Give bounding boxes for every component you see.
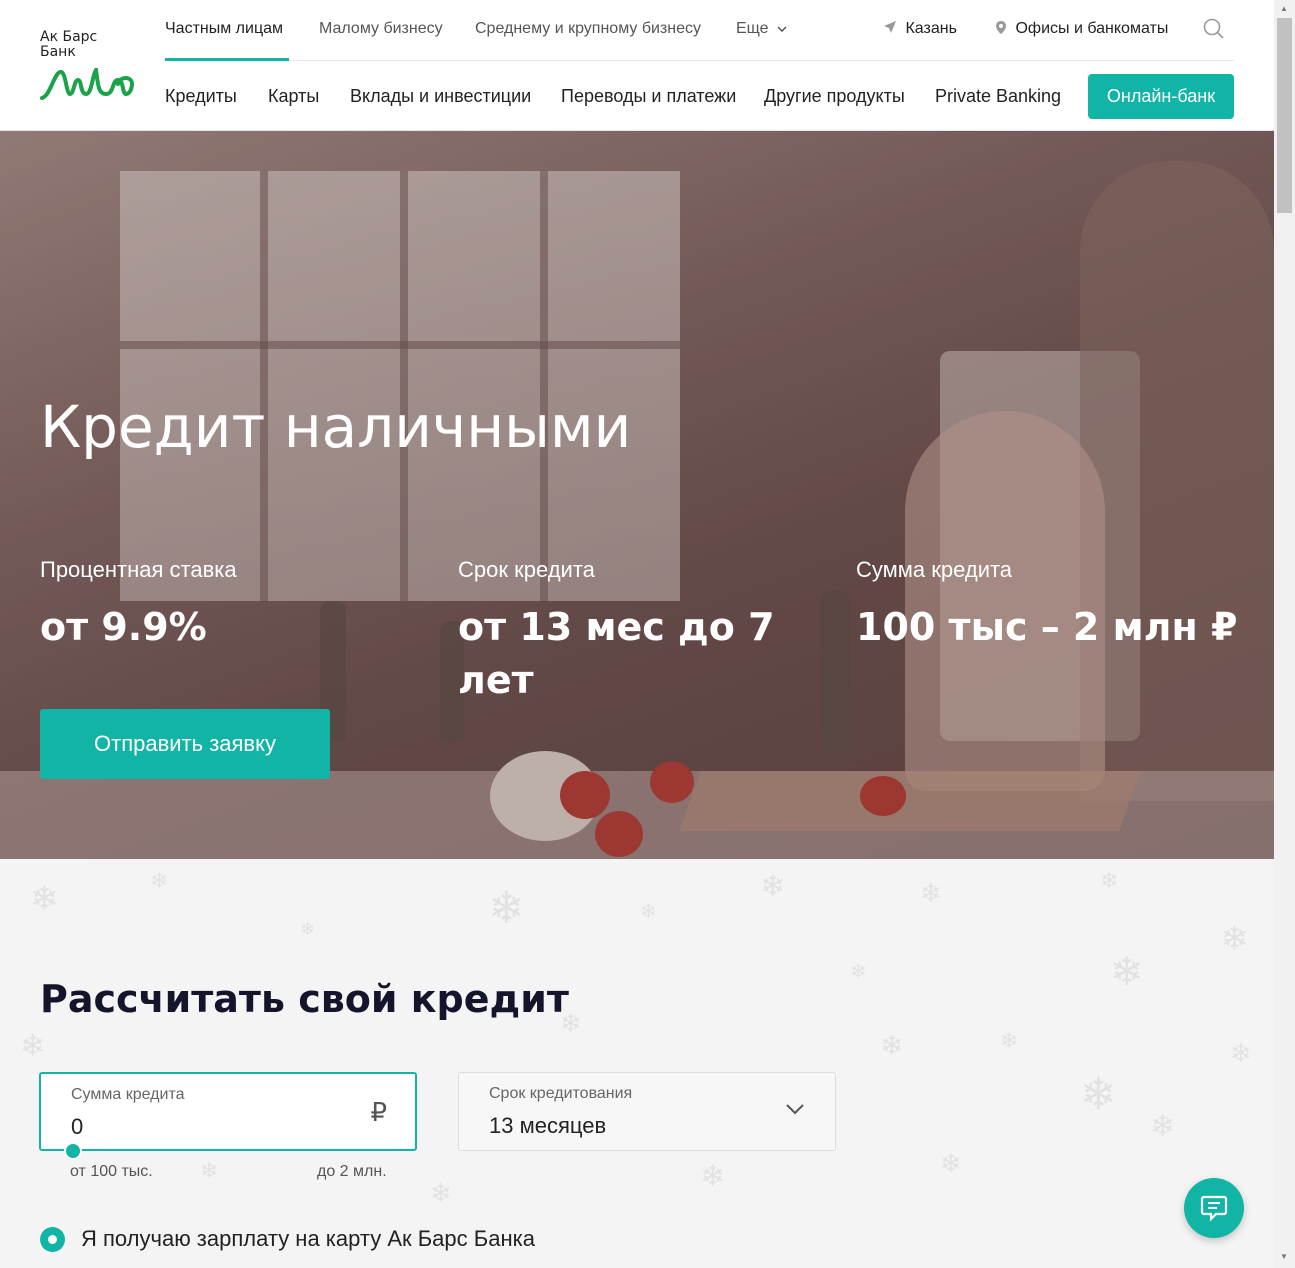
search-button[interactable] bbox=[1203, 18, 1225, 45]
snowflake-icon: ❄ bbox=[150, 869, 169, 894]
snowflake-icon: ❄ bbox=[1080, 1069, 1117, 1120]
top-nav-more-label: Еще bbox=[736, 20, 769, 37]
stat-amount-value: 100 тыс – 2 млн ₽ bbox=[856, 605, 1238, 649]
salary-radio-label[interactable]: Я получаю зарплату на карту Ак Барс Банк… bbox=[81, 1226, 535, 1252]
stat-amount: Сумма кредита 100 тыс – 2 млн ₽ bbox=[856, 557, 1256, 654]
top-nav-corporate[interactable]: Среднему и крупному бизнесу bbox=[475, 20, 701, 38]
snowflake-icon: ❄ bbox=[700, 1159, 726, 1194]
snowflake-icon: ❄ bbox=[30, 879, 59, 919]
scroll-down-arrow-icon[interactable]: ▼ bbox=[1280, 1252, 1288, 1261]
snowflake-icon: ❄ bbox=[920, 879, 942, 909]
snowflake-icon: ❄ bbox=[430, 1179, 452, 1209]
snowflake-icon: ❄ bbox=[1100, 869, 1119, 894]
nav-private-banking[interactable]: Private Banking bbox=[935, 86, 1061, 107]
scroll-up-arrow-icon[interactable]: ▲ bbox=[1280, 4, 1288, 13]
credit-calculator: ❄ ❄ ❄ ❄ ❄ ❄ ❄ ❄ ❄ ❄ ❄ ❄ ❄ ❄ ❄ ❄ ❄ ❄ ❄ ❄ … bbox=[0, 859, 1274, 1268]
snowflake-icon: ❄ bbox=[640, 899, 657, 923]
range-min-label: от 100 тыс. bbox=[70, 1163, 153, 1180]
nav-deposits[interactable]: Вклады и инвестиции bbox=[350, 86, 531, 107]
site-header: Ак Барс Банк Частным лицам Малому бизнес… bbox=[0, 0, 1274, 131]
stat-rate-label: Процентная ставка bbox=[40, 557, 237, 582]
snowflake-icon: ❄ bbox=[760, 869, 786, 904]
credit-sum-field[interactable]: Сумма кредита ₽ bbox=[39, 1072, 417, 1151]
apply-button[interactable]: Отправить заявку bbox=[40, 709, 330, 779]
snowflake-icon: ❄ bbox=[1220, 919, 1249, 959]
map-pin-icon bbox=[996, 21, 1006, 34]
snowflake-icon: ❄ bbox=[300, 919, 316, 940]
chevron-down-icon bbox=[777, 26, 787, 32]
bank-logo[interactable]: Ак Барс Банк bbox=[40, 30, 140, 105]
chat-icon bbox=[1200, 1195, 1228, 1222]
stat-term: Срок кредита от 13 мес до 7 лет bbox=[458, 557, 798, 707]
stat-rate-value: от 9.9% bbox=[40, 605, 207, 649]
credit-sum-input[interactable] bbox=[71, 1114, 331, 1140]
nav-transfers[interactable]: Переводы и платежи bbox=[561, 86, 736, 107]
online-bank-button[interactable]: Онлайн-банк bbox=[1088, 74, 1234, 119]
stat-term-value: от 13 мес до 7 лет bbox=[458, 605, 775, 702]
ruble-icon: ₽ bbox=[370, 1098, 387, 1128]
salary-radio[interactable] bbox=[40, 1227, 65, 1252]
snowflake-icon: ❄ bbox=[488, 883, 525, 934]
active-tab-indicator bbox=[165, 58, 289, 61]
credit-term-label: Срок кредитования bbox=[489, 1085, 633, 1102]
stat-term-label: Срок кредита bbox=[458, 557, 595, 582]
logo-line-1: Ак Барс bbox=[40, 29, 98, 45]
scrollbar-thumb[interactable] bbox=[1277, 18, 1292, 213]
snowflake-icon: ❄ bbox=[1000, 1029, 1019, 1054]
snowflake-icon: ❄ bbox=[20, 1029, 46, 1064]
chevron-down-icon bbox=[786, 1104, 804, 1115]
snowflake-icon: ❄ bbox=[850, 959, 867, 983]
nav-credits[interactable]: Кредиты bbox=[165, 86, 237, 107]
calculator-title: Рассчитать свой кредит bbox=[40, 977, 569, 1021]
offices-link[interactable]: Офисы и банкоматы bbox=[995, 20, 1168, 38]
logo-mark-icon bbox=[40, 68, 134, 100]
top-nav-private[interactable]: Частным лицам bbox=[165, 20, 283, 38]
top-nav-more[interactable]: Еще bbox=[736, 20, 787, 38]
top-nav: Частным лицам Малому бизнесу Среднему и … bbox=[165, 0, 1234, 61]
credit-sum-slider-handle[interactable] bbox=[64, 1142, 82, 1160]
snowflake-icon: ❄ bbox=[1150, 1109, 1176, 1144]
location-arrow-icon bbox=[884, 21, 896, 33]
hero-banner: Кредит наличными Процентная ставка от 9.… bbox=[0, 131, 1274, 859]
snowflake-icon: ❄ bbox=[1110, 949, 1144, 995]
range-max-label: до 2 млн. bbox=[317, 1163, 387, 1180]
city-selector[interactable]: Казань bbox=[883, 20, 957, 38]
credit-term-select[interactable]: Срок кредитования 13 месяцев bbox=[458, 1072, 836, 1151]
search-icon bbox=[1203, 18, 1224, 39]
logo-line-2: Банк bbox=[40, 44, 76, 60]
stat-amount-label: Сумма кредита bbox=[856, 557, 1013, 582]
hero-title: Кредит наличными bbox=[40, 393, 632, 461]
city-label: Казань bbox=[905, 20, 957, 37]
stat-rate: Процентная ставка от 9.9% bbox=[40, 557, 400, 654]
chat-button[interactable] bbox=[1184, 1178, 1244, 1238]
nav-cards[interactable]: Карты bbox=[268, 86, 319, 107]
top-nav-small-business[interactable]: Малому бизнесу bbox=[319, 20, 443, 38]
offices-label: Офисы и банкоматы bbox=[1015, 20, 1169, 37]
credit-sum-label: Сумма кредита bbox=[71, 1086, 185, 1103]
snowflake-icon: ❄ bbox=[880, 1029, 904, 1062]
credit-term-value: 13 месяцев bbox=[489, 1113, 607, 1138]
page-scrollbar[interactable]: ▲ ▼ bbox=[1274, 0, 1295, 1268]
snowflake-icon: ❄ bbox=[1230, 1039, 1252, 1069]
snowflake-icon: ❄ bbox=[200, 1159, 219, 1184]
nav-other-products[interactable]: Другие продукты bbox=[764, 86, 905, 107]
snowflake-icon: ❄ bbox=[940, 1149, 962, 1179]
